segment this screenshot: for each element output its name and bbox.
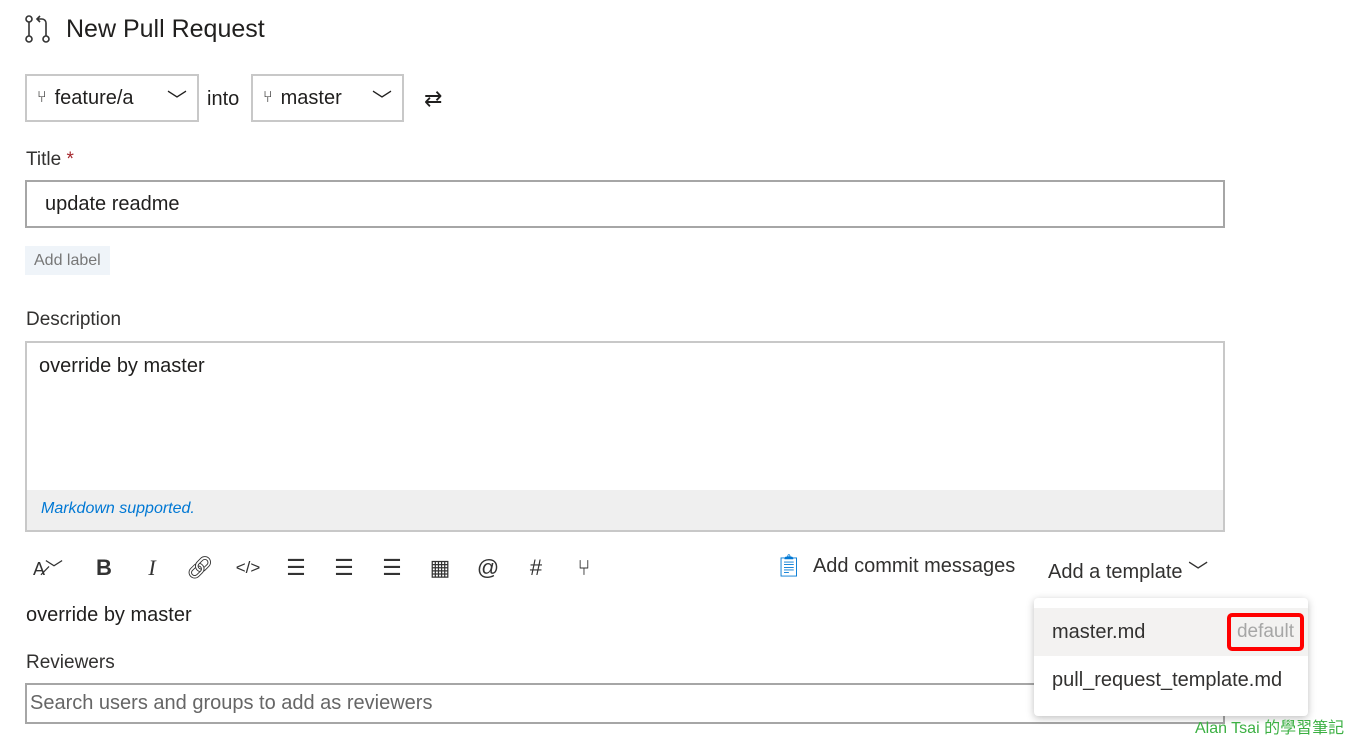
page-title: New Pull Request [66,14,265,43]
description-textarea[interactable]: override by master Markdown supported. [25,341,1225,532]
markdown-hint: Markdown supported. [27,490,1223,530]
branch-icon: ⑂ [37,89,47,106]
bold-icon[interactable]: B [90,553,118,583]
branch-icon: ⑂ [263,89,273,106]
text-style-icon[interactable]: A̷﹀ [26,553,70,583]
add-template-button[interactable]: Add a template ﹀ [1048,555,1208,584]
title-input[interactable]: update readme [25,180,1225,228]
pull-request-icon [25,15,50,43]
italic-icon[interactable]: I [138,553,166,583]
title-label: Title * [26,149,74,170]
link-icon[interactable]: 🔗︎ [186,553,214,583]
reviewers-label: Reviewers [26,652,115,673]
source-branch-dropdown[interactable]: ⑂ feature/a ﹀ [25,74,199,122]
mention-icon[interactable]: @ [474,553,502,583]
swap-branches-icon[interactable]: ⇄ [424,86,442,112]
formatting-toolbar: A̷﹀ B I 🔗︎ </> ☰ ☰ ☰ ▦ @ # ⑂ [26,553,598,583]
target-branch-label: master [280,86,342,109]
hashtag-icon[interactable]: # [522,553,550,583]
chevron-down-icon: ﹀ [1188,561,1209,583]
add-commit-messages-button[interactable]: 📋︎ Add commit messages [775,553,1015,579]
page-header: New Pull Request [24,14,265,44]
chevron-down-icon: ﹀ [167,89,187,112]
template-item-pull-request-template[interactable]: pull_request_template.md [1034,656,1308,704]
description-label: Description [26,309,122,330]
template-item-master[interactable]: master.md default [1034,608,1308,656]
chevron-down-icon: ﹀ [372,89,392,112]
bulleted-list-icon[interactable]: ☰ [282,553,310,583]
checklist-icon[interactable]: ☰ [378,553,406,583]
clipboard-icon: 📋︎ [775,553,803,578]
table-icon[interactable]: ▦ [426,553,454,583]
template-menu: master.md default pull_request_template.… [1034,598,1308,716]
target-branch-dropdown[interactable]: ⑂ master ﹀ [251,74,404,122]
add-label-button[interactable]: Add label [25,246,110,275]
code-icon[interactable]: </> [234,553,262,583]
watermark: Alan Tsai 的學習筆記 [1195,720,1345,737]
pull-request-link-icon[interactable]: ⑂ [570,553,598,583]
source-branch-label: feature/a [54,86,134,109]
into-label: into [207,88,240,110]
description-preview: override by master [26,604,192,626]
default-badge: default [1226,613,1304,651]
numbered-list-icon[interactable]: ☰ [330,553,358,583]
required-marker: * [66,149,74,170]
